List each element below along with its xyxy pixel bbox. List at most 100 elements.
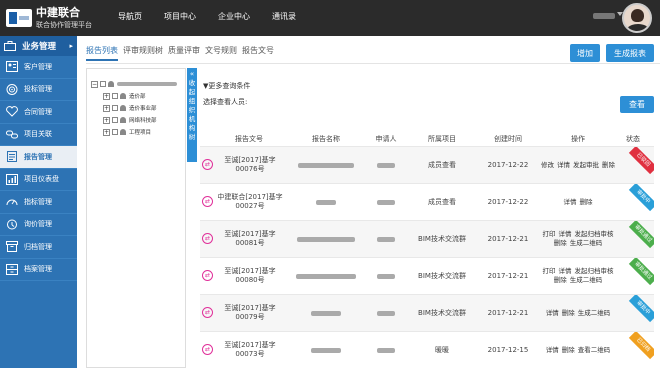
add-button[interactable]: 增加 — [570, 44, 600, 62]
expand-toggle[interactable]: + — [103, 104, 110, 112]
row-action-1[interactable]: 删除 — [580, 198, 593, 207]
sidebar-item-contracts[interactable]: 合同管理 — [0, 101, 77, 124]
column-header: 报告文号 — [235, 135, 263, 143]
table-row[interactable]: ⇄ 中建联合[2017]基字00027号 成员查看 2017-12-22 详情 删除 审批… — [200, 183, 654, 220]
sidebar-item-bidding[interactable]: 投标管理 — [0, 79, 77, 101]
tab-report-list[interactable]: 报告列表 — [86, 45, 118, 61]
inquiry-icon — [6, 219, 18, 230]
row-action-3[interactable]: 删除 — [554, 276, 567, 285]
row-action-1[interactable]: 详情 — [557, 161, 570, 170]
applicant — [366, 295, 406, 331]
expand-toggle[interactable]: + — [103, 116, 110, 124]
row-action-1[interactable]: 详情 — [559, 267, 572, 276]
generate-report-button[interactable]: 生成报表 — [606, 44, 654, 62]
tree-checkbox[interactable] — [100, 81, 106, 87]
row-action-1[interactable]: 删除 — [562, 346, 575, 355]
status-badge: 审批通过 — [628, 221, 654, 249]
row-action-0[interactable]: 详情 — [546, 309, 559, 318]
sidebar-item-files[interactable]: 档案管理 — [0, 259, 77, 281]
sidebar-item-reports[interactable]: 报告管理 — [0, 146, 77, 169]
table-row[interactable]: ⇄ 至诚[2017]基字00073号 暖暖 2017-12-15 详情 删除 查看二维码… — [200, 331, 654, 368]
row-action-4[interactable]: 生成二维码 — [570, 276, 603, 285]
column-header: 所属项目 — [428, 135, 456, 143]
sidebar-item-dashboard[interactable]: 项目仪表盘 — [0, 169, 77, 191]
collapse-toggle[interactable]: − — [91, 80, 98, 88]
row-actions: 详情 删除 — [538, 184, 618, 220]
expand-toggle[interactable]: + — [103, 128, 110, 136]
view-button[interactable]: 查看 — [620, 96, 654, 113]
row-action-3[interactable]: 删除 — [554, 239, 567, 248]
tree-root-label — [117, 82, 177, 86]
row-action-0[interactable]: 打印 — [543, 267, 556, 276]
sidebar-item-archiving[interactable]: 归档管理 — [0, 236, 77, 259]
sidebar-header[interactable]: 业务管理 ▸ — [0, 36, 77, 56]
briefcase-icon — [4, 41, 16, 52]
nav-project-center[interactable]: 项目中心 — [164, 11, 196, 22]
nav-contacts[interactable]: 通讯录 — [272, 11, 296, 22]
row-actions: 修改 详情 发起审批 删除 — [538, 147, 618, 183]
row-actions: 打印 详情 发起归档审核 删除 生成二维码 — [538, 258, 618, 294]
tab-review-rules-tree[interactable]: 评审规则树 — [123, 45, 163, 61]
tree-node[interactable]: + 网络科技部 — [103, 115, 157, 125]
project: BIM技术交流群 — [418, 308, 466, 317]
row-action-1[interactable]: 详情 — [559, 230, 572, 239]
row-action-2[interactable]: 发起审批 — [573, 161, 599, 170]
row-action-0[interactable]: 修改 — [541, 161, 554, 170]
sidebar-item-customers[interactable]: 客户管理 — [0, 56, 77, 79]
tab-doc-number-rules[interactable]: 文号规则 — [205, 45, 237, 61]
tree-checkbox[interactable] — [112, 93, 118, 99]
nav-enterprise-center[interactable]: 企业中心 — [218, 11, 250, 22]
more-filters-toggle[interactable]: ▼更多查询条件 — [203, 81, 250, 91]
collapse-tree-handle[interactable]: « 收起组织机构树 — [187, 68, 197, 162]
sidebar-item-inquiry[interactable]: 询价管理 — [0, 214, 77, 236]
tree-node[interactable]: + 造价事业部 — [103, 103, 157, 113]
column-header: 操作 — [571, 135, 585, 143]
org-tree: − + 造价部 + 造价事业部 + 网络科技部 + 工程项目 — [86, 68, 186, 368]
row-action-0[interactable]: 详情 — [546, 346, 559, 355]
tab-report-doc-number[interactable]: 报告文号 — [242, 45, 274, 61]
tree-node[interactable]: + 工程项目 — [103, 127, 151, 137]
table-row[interactable]: ⇄ 至诚[2017]基字00079号 BIM技术交流群 2017-12-21 详情 删除… — [200, 294, 654, 331]
status-cell: 审批中 — [620, 295, 654, 331]
tree-checkbox[interactable] — [112, 105, 118, 111]
share-icon[interactable]: ⇄ — [202, 307, 213, 318]
sidebar-item-project-link[interactable]: 项目关联 — [0, 124, 77, 146]
tree-node[interactable]: + 造价部 — [103, 91, 146, 101]
tree-checkbox[interactable] — [112, 117, 118, 123]
share-icon[interactable]: ⇄ — [202, 270, 213, 281]
row-action-2[interactable]: 查看二维码 — [578, 346, 611, 355]
row-action-0[interactable]: 打印 — [543, 230, 556, 239]
tree-checkbox[interactable] — [112, 129, 118, 135]
avatar[interactable] — [622, 3, 652, 33]
table-row[interactable]: ⇄ 至诚[2017]基字00076号 成员查看 2017-12-22 修改 详情 发起审… — [200, 146, 654, 183]
archive-icon — [6, 241, 18, 253]
sidebar-item-label: 项目关联 — [24, 130, 52, 139]
expand-toggle[interactable]: + — [103, 92, 110, 100]
tree-root[interactable]: − — [91, 79, 177, 89]
row-action-2[interactable]: 发起归档审核 — [575, 230, 614, 239]
share-icon[interactable]: ⇄ — [202, 233, 213, 244]
row-action-1[interactable]: 删除 — [562, 309, 575, 318]
row-actions: 详情 删除 生成二维码 — [538, 295, 618, 331]
row-action-3[interactable]: 删除 — [602, 161, 615, 170]
table-row[interactable]: ⇄ 至诚[2017]基字00080号 BIM技术交流群 2017-12-21 打印 详情… — [200, 257, 654, 294]
row-action-0[interactable]: 详情 — [564, 198, 577, 207]
row-action-2[interactable]: 生成二维码 — [578, 309, 611, 318]
top-bar: 中建联合 联合协作管理平台 导航页 项目中心 企业中心 通讯录 — [0, 0, 660, 36]
table-row[interactable]: ⇄ 至诚[2017]基字00081号 BIM技术交流群 2017-12-21 打印 详情… — [200, 220, 654, 257]
user-name[interactable] — [593, 13, 615, 19]
row-action-4[interactable]: 生成二维码 — [570, 239, 603, 248]
row-action-2[interactable]: 发起归档审核 — [575, 267, 614, 276]
more-filters-label: 更多查询条件 — [208, 82, 251, 90]
share-icon[interactable]: ⇄ — [202, 196, 213, 207]
tab-quality-review[interactable]: 质量评审 — [168, 45, 200, 61]
share-icon[interactable]: ⇄ — [202, 344, 213, 355]
nav-home[interactable]: 导航页 — [118, 11, 142, 22]
sidebar-item-indicators[interactable]: 指标管理 — [0, 191, 77, 214]
tree-node-label: 网络科技部 — [129, 118, 157, 124]
user-icon — [120, 117, 126, 123]
viewer-select-label[interactable]: 选择查看人员: — [203, 97, 247, 107]
status-badge: 审批中 — [628, 184, 654, 212]
share-icon[interactable]: ⇄ — [202, 159, 213, 170]
dashboard-icon — [6, 173, 18, 185]
